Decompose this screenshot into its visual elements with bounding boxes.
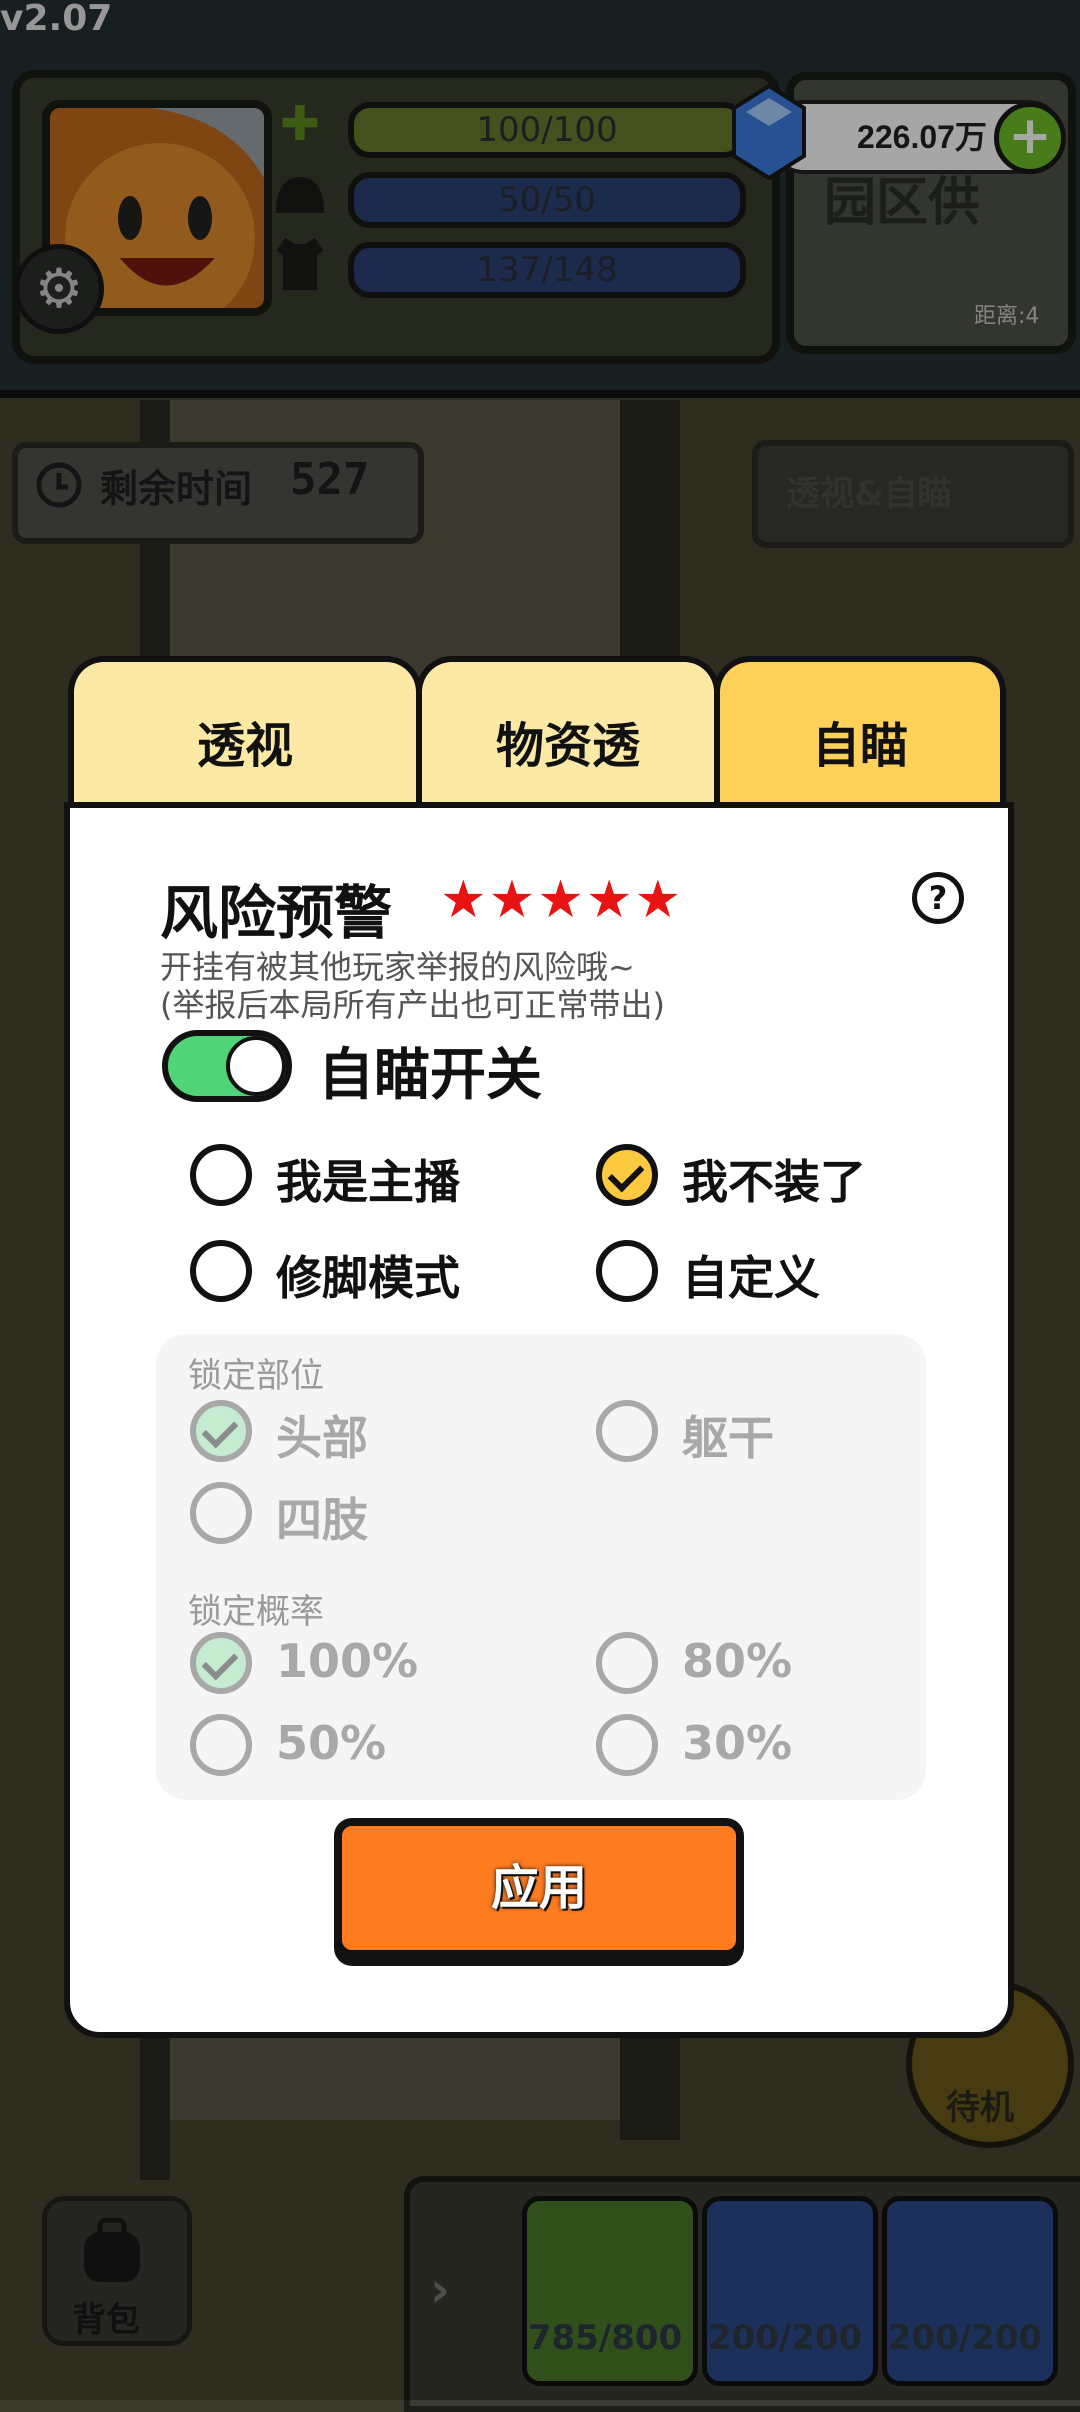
help-icon[interactable]: ? bbox=[912, 872, 964, 924]
radio-rate-50 bbox=[190, 1714, 252, 1776]
rate-30-label: 30% bbox=[682, 1716, 793, 1770]
apply-button[interactable]: 应用 bbox=[334, 1818, 744, 1958]
radio-streamer-mode[interactable] bbox=[190, 1144, 252, 1206]
tab-auto-aim[interactable]: 自瞄 bbox=[714, 656, 1006, 806]
streamer-mode-label: 我是主播 bbox=[276, 1155, 460, 1209]
radio-rate-100 bbox=[190, 1632, 252, 1694]
radio-custom-mode[interactable] bbox=[596, 1240, 658, 1302]
lock-torso-label: 躯干 bbox=[682, 1411, 774, 1465]
radio-no-pretend-mode[interactable] bbox=[596, 1144, 658, 1206]
rate-50-label: 50% bbox=[276, 1716, 387, 1770]
radio-foot-mode[interactable] bbox=[190, 1240, 252, 1302]
auto-aim-toggle-label: 自瞄开关 bbox=[318, 1043, 542, 1108]
warning-text-line2: (举报后本局所有产出也可正常带出) bbox=[160, 986, 665, 1024]
custom-settings-panel bbox=[156, 1334, 926, 1800]
risk-warning-title: 风险预警 bbox=[160, 879, 393, 947]
radio-rate-80 bbox=[596, 1632, 658, 1694]
rate-80-label: 80% bbox=[682, 1634, 793, 1688]
risk-stars: ★★★★★ bbox=[440, 870, 684, 930]
tab-supply-xray[interactable]: 物资透 bbox=[416, 656, 720, 806]
custom-mode-label: 自定义 bbox=[682, 1251, 820, 1305]
tab-xray[interactable]: 透视 bbox=[68, 656, 422, 806]
toggle-knob bbox=[226, 1036, 286, 1096]
radio-lock-limbs bbox=[190, 1482, 252, 1544]
lock-part-label: 锁定部位 bbox=[188, 1356, 324, 1396]
lock-limbs-label: 四肢 bbox=[276, 1493, 368, 1547]
rate-100-label: 100% bbox=[276, 1634, 419, 1688]
radio-lock-torso bbox=[596, 1400, 658, 1462]
foot-mode-label: 修脚模式 bbox=[276, 1251, 460, 1305]
lock-head-label: 头部 bbox=[276, 1411, 368, 1465]
lock-rate-label: 锁定概率 bbox=[188, 1592, 324, 1632]
radio-lock-head bbox=[190, 1400, 252, 1462]
no-pretend-mode-label: 我不装了 bbox=[682, 1155, 866, 1209]
radio-rate-30 bbox=[596, 1714, 658, 1776]
